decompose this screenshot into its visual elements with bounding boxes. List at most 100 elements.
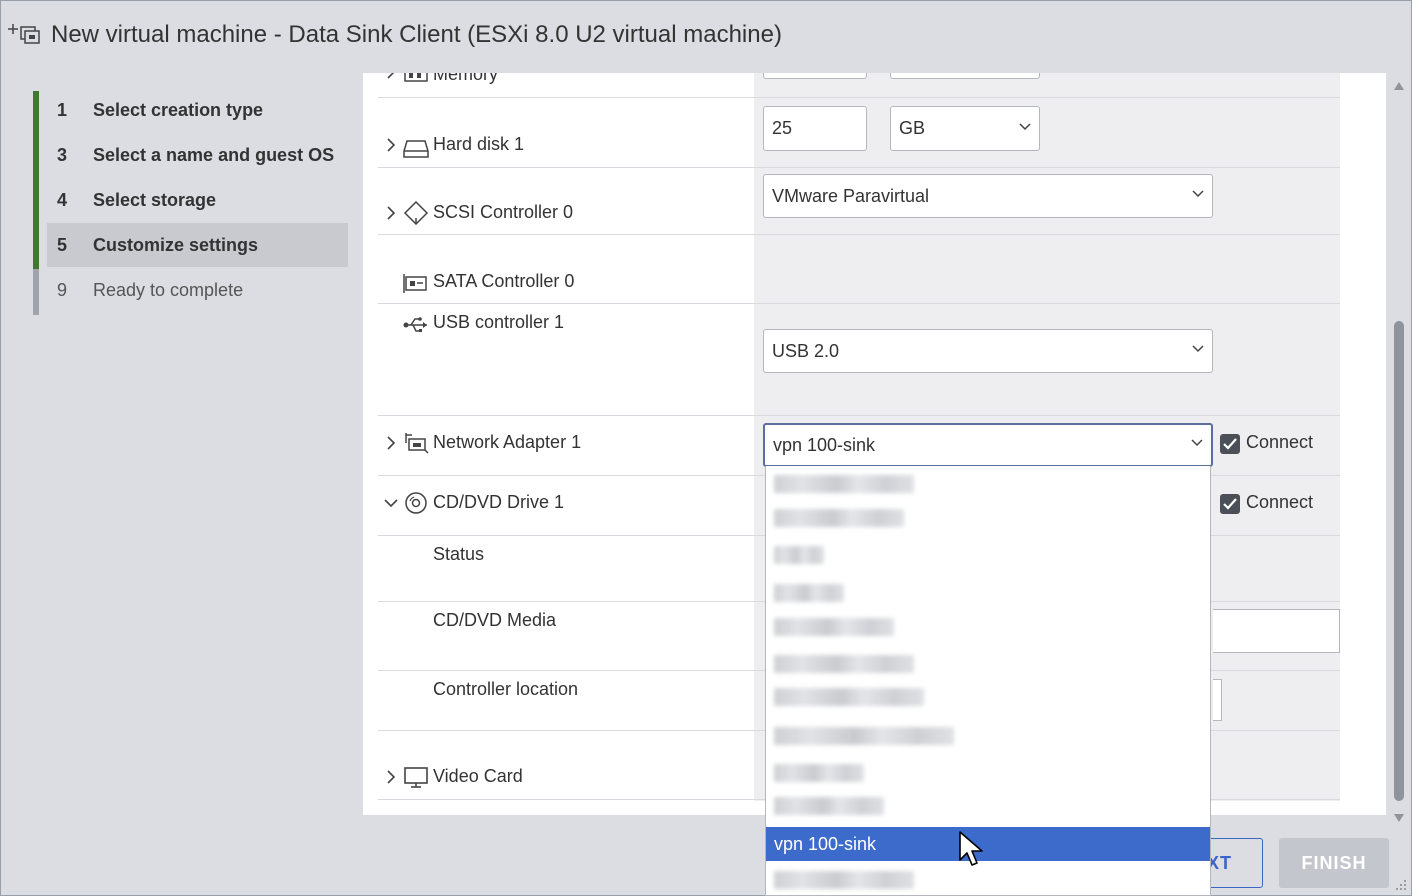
memory-unit-select[interactable] [890,73,1040,79]
chevron-right-icon[interactable] [384,138,398,152]
finish-button[interactable]: FINISH [1279,838,1389,888]
dropdown-option-label: vpn 100-sink [774,833,877,854]
step-label: Select creation type [93,99,264,120]
step-select-creation-type[interactable]: 1 Select creation type [47,88,348,132]
dropdown-option-redacted[interactable] [766,610,1210,644]
dropdown-option-redacted[interactable] [766,719,1210,753]
scroll-thumb[interactable] [1394,321,1404,801]
title-bar: New virtual machine - Data Sink Client (… [1,1,1411,73]
step-number: 1 [57,99,68,120]
network-select[interactable]: vpn 100-sink [763,423,1213,467]
cd-dvd-connect-label: Connect [1246,492,1314,512]
scroll-down-arrow-icon[interactable] [1393,813,1405,823]
scsi-type-select[interactable]: VMware Paravirtual [763,174,1213,218]
hard-disk-icon [403,140,429,158]
dropdown-option-redacted[interactable] [766,576,1210,610]
step-ready-to-complete[interactable]: 9 Ready to complete [47,268,348,312]
network-adapter-icon [405,433,429,454]
dropdown-option-redacted[interactable] [766,863,1210,895]
row-divider [378,303,1340,304]
step-number: 9 [57,279,68,300]
scroll-up-arrow-icon[interactable] [1393,81,1405,91]
cd-dvd-status-label: Status [433,544,485,564]
chevron-down-icon [1192,190,1204,198]
step-customize-settings[interactable]: 5 Customize settings [47,223,348,267]
dropdown-option-redacted[interactable] [766,467,1210,501]
monitor-icon [404,767,428,788]
usb-type-select[interactable]: USB 2.0 [763,329,1213,373]
redacted-text [774,475,914,493]
controller-location-select[interactable] [1213,679,1222,721]
step-number: 4 [57,189,68,210]
scsi-controller-label: SCSI Controller 0 [433,202,574,222]
chevron-down-icon [1192,345,1204,353]
hard-disk-unit-select[interactable]: GB [890,106,1040,151]
memory-size-input[interactable] [763,73,867,79]
network-select-value: vpn 100-sink [773,434,876,455]
scsi-controller-icon [403,201,429,225]
step-label: Customize settings [93,234,259,255]
check-icon [1223,438,1237,450]
sata-controller-label: SATA Controller 0 [433,271,575,291]
step-label: Ready to complete [93,279,244,300]
step-number: 3 [57,144,68,165]
usb-type-value: USB 2.0 [772,340,840,361]
controller-location-label: Controller location [433,679,579,699]
steps-rail-completed [33,91,39,269]
cd-dvd-icon [405,492,427,514]
sata-controller-icon [403,274,427,293]
new-vm-icon [8,24,40,44]
dropdown-option-redacted[interactable] [766,501,1210,535]
step-label: Select storage [93,189,217,210]
redacted-text [774,618,894,636]
cd-dvd-label: CD/DVD Drive 1 [433,492,565,512]
dropdown-option-redacted[interactable] [766,647,1210,681]
cd-dvd-media-label: CD/DVD Media [433,610,557,630]
scsi-type-value: VMware Paravirtual [772,185,930,206]
memory-label: Memory [433,73,499,84]
network-adapter-label: Network Adapter 1 [433,432,582,452]
resize-grip-icon[interactable] [1395,879,1407,891]
redacted-text [774,871,914,889]
hard-disk-unit-value: GB [899,118,926,138]
dropdown-option-redacted[interactable] [766,680,1210,714]
hard-disk-size-input[interactable]: 25 [763,106,867,151]
window-title: New virtual machine - Data Sink Client (… [51,21,782,48]
wizard-steps-nav: 1 Select creation type 3 Select a name a… [1,73,348,829]
memory-icon [404,73,428,82]
cd-dvd-connect-checkbox[interactable] [1220,494,1240,514]
chevron-right-icon[interactable] [384,436,398,450]
redacted-text [774,655,914,673]
dropdown-option-selected[interactable]: vpn 100-sink [766,827,1210,861]
row-divider [378,97,1340,98]
chevron-right-icon[interactable] [384,770,398,784]
network-dropdown-list: vpn 100-sink [765,466,1211,896]
chevron-down-icon [1019,122,1031,130]
row-divider [378,167,1340,168]
dropdown-option-redacted[interactable] [766,538,1210,572]
chevron-down-icon [1191,439,1203,447]
chevron-right-icon[interactable] [384,206,398,220]
redacted-text [774,797,884,815]
hard-disk-label: Hard disk 1 [433,134,525,154]
step-label: Select a name and guest OS [93,144,335,165]
step-number: 5 [57,234,68,255]
chevron-right-icon[interactable] [384,73,398,79]
cd-dvd-media-input[interactable] [1213,609,1340,653]
content-scrollbar[interactable] [1387,73,1411,829]
row-divider [378,234,1340,235]
steps-rail-pending [33,269,39,315]
step-select-name-guest-os[interactable]: 3 Select a name and guest OS [47,133,348,177]
check-icon [1223,498,1237,510]
usb-controller-label: USB controller 1 [433,312,565,332]
network-connect-checkbox[interactable] [1220,434,1240,454]
video-card-label: Video Card [433,766,523,786]
chevron-down-icon[interactable] [384,496,398,510]
dropdown-option-redacted[interactable] [766,756,1210,790]
step-select-storage[interactable]: 4 Select storage [47,178,348,222]
row-divider [378,415,1340,416]
redacted-text [774,764,864,782]
network-connect-label: Connect [1246,432,1314,452]
dropdown-option-redacted[interactable] [766,789,1210,823]
usb-icon [403,317,427,332]
